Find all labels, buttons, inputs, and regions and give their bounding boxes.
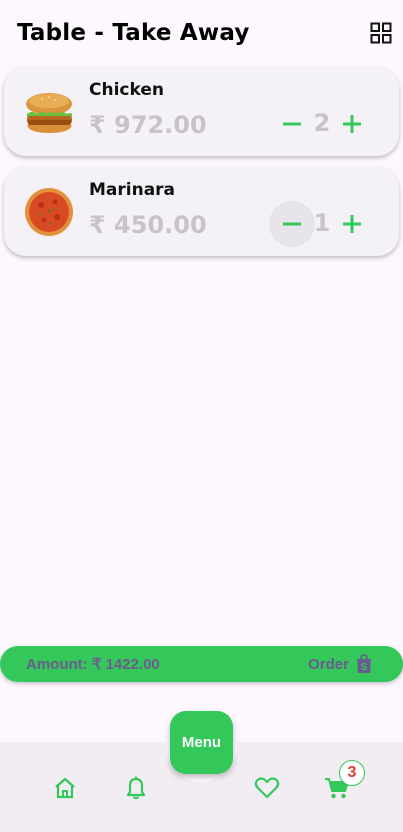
increase-button[interactable]	[329, 201, 375, 247]
menu-button[interactable]: Menu	[170, 711, 233, 774]
page-title: Table - Take Away	[17, 20, 250, 46]
home-icon[interactable]	[52, 775, 78, 801]
svg-text:S: S	[361, 662, 368, 673]
item-price: ₹ 450.00	[89, 211, 207, 239]
burger-image	[24, 87, 74, 137]
item-name: Marinara	[89, 180, 176, 200]
plus-icon	[343, 115, 361, 133]
quantity-stepper: 1	[269, 201, 374, 247]
bell-icon[interactable]	[123, 775, 149, 801]
order-summary-bar: Amount: ₹ 1422.00 Order S	[0, 646, 403, 682]
minus-icon	[283, 122, 301, 126]
plus-icon	[343, 215, 361, 233]
app-bar: Table - Take Away	[0, 0, 403, 66]
item-price: ₹ 972.00	[89, 111, 207, 139]
grid-view-icon[interactable]	[369, 21, 393, 45]
order-button[interactable]: Order S	[308, 654, 373, 674]
pizza-image	[24, 187, 74, 237]
cart-item-card: Chicken ₹ 972.00 2	[4, 67, 399, 156]
item-name: Chicken	[89, 80, 164, 100]
total-amount: Amount: ₹ 1422.00	[26, 656, 160, 673]
minus-icon	[283, 222, 301, 226]
cart-count-badge: 3	[339, 760, 365, 786]
increase-button[interactable]	[329, 101, 375, 147]
decrease-button[interactable]	[269, 101, 315, 147]
quantity-stepper: 2	[269, 101, 374, 147]
decrease-button[interactable]	[269, 201, 315, 247]
shopping-bag-icon: S	[357, 654, 371, 673]
heart-icon[interactable]	[254, 775, 280, 801]
order-label: Order	[308, 655, 349, 673]
cart-item-card: Marinara ₹ 450.00 1	[4, 167, 399, 256]
